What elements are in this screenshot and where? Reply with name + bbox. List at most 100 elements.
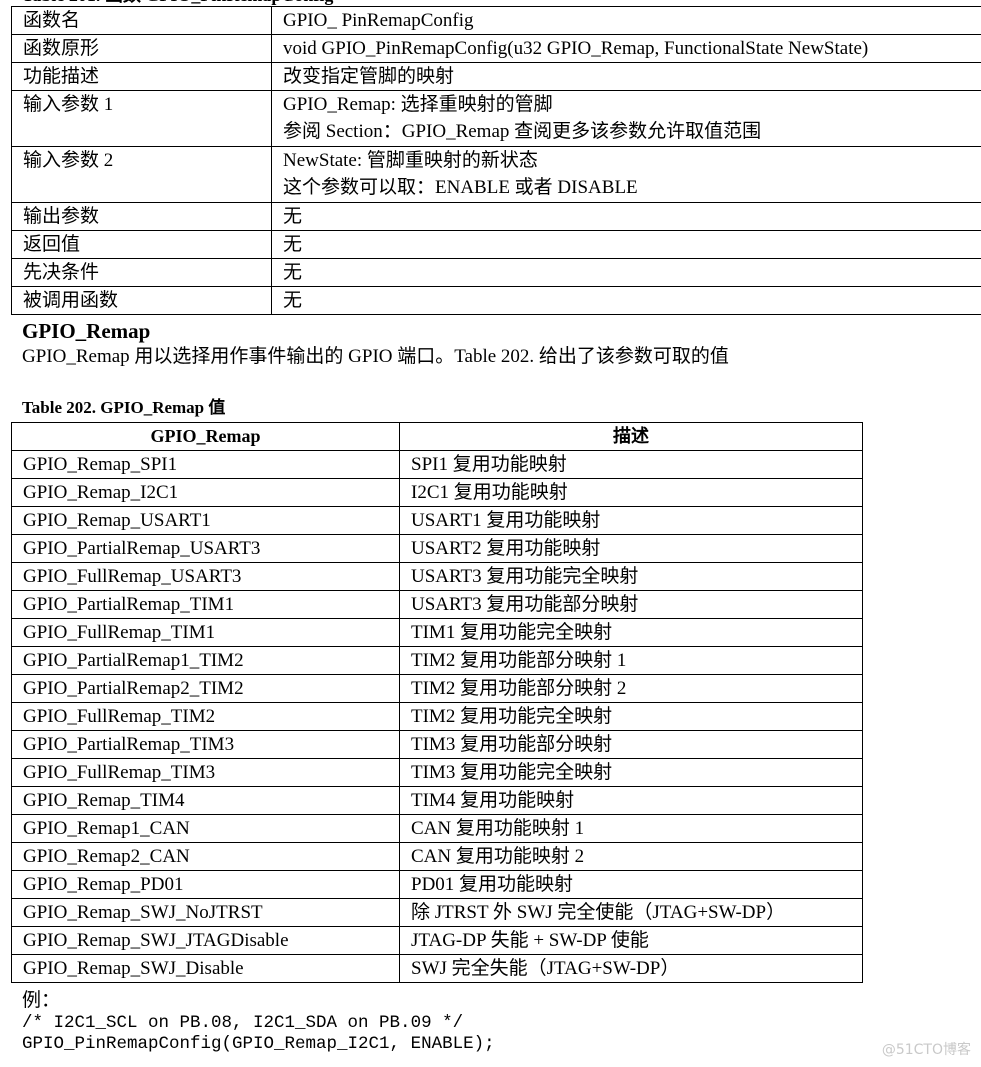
- spec-value: void GPIO_PinRemapConfig(u32 GPIO_Remap,…: [271, 34, 981, 63]
- spec-key: 输入参数 2: [11, 146, 272, 203]
- remap-description-cell: TIM3 复用功能部分映射: [399, 730, 863, 759]
- spec-row: 返回值无: [11, 230, 981, 259]
- spec-value-line: 这个参数可以取：ENABLE 或者 DISABLE: [283, 177, 638, 198]
- table-row: GPIO_Remap_PD01 PD01 复用功能映射: [11, 870, 863, 899]
- remap-constant-cell: GPIO_FullRemap_USART3: [11, 562, 400, 591]
- remap-description-cell: USART3 复用功能完全映射: [399, 562, 863, 591]
- table-row: GPIO_Remap_TIM4 TIM4 复用功能映射: [11, 786, 863, 815]
- remap-constant-cell: GPIO_PartialRemap1_TIM2: [11, 646, 400, 675]
- spec-value: NewState: 管脚重映射的新状态这个参数可以取：ENABLE 或者 DIS…: [271, 146, 981, 203]
- table-row: GPIO_FullRemap_TIM3 TIM3 复用功能完全映射: [11, 758, 863, 787]
- table-row: GPIO_PartialRemap_USART3 USART2 复用功能映射: [11, 534, 863, 563]
- table-row: GPIO_PartialRemap1_TIM2 TIM2 复用功能部分映射 1: [11, 646, 863, 675]
- section-description: GPIO_Remap 用以选择用作事件输出的 GPIO 端口。Table 202…: [22, 346, 729, 367]
- table-row: GPIO_Remap_SWJ_NoJTRST 除 JTRST 外 SWJ 完全使能…: [11, 898, 863, 927]
- remap-description-cell: 除 JTRST 外 SWJ 完全使能（JTAG+SW-DP）: [399, 898, 863, 927]
- remap-description-cell: TIM2 复用功能完全映射: [399, 702, 863, 731]
- example-label: 例：: [22, 990, 61, 1011]
- remap-constant-cell: GPIO_FullRemap_TIM2: [11, 702, 400, 731]
- code-line-call: GPIO_PinRemapConfig(GPIO_Remap_I2C1, ENA…: [22, 1034, 495, 1054]
- table-row: GPIO_Remap_USART1 USART1 复用功能映射: [11, 506, 863, 535]
- spec-key: 输出参数: [11, 202, 272, 231]
- remap-constant-cell: GPIO_Remap_SWJ_JTAGDisable: [11, 926, 400, 955]
- remap-description-cell: SPI1 复用功能映射: [399, 450, 863, 479]
- column-header-gpio-remap: GPIO_Remap: [11, 422, 400, 451]
- spec-row: 函数名 GPIO_ PinRemapConfig: [11, 6, 981, 35]
- spec-row: 先决条件无: [11, 258, 981, 287]
- spec-value-line: void GPIO_PinRemapConfig(u32 GPIO_Remap,…: [283, 38, 869, 59]
- table-row: GPIO_Remap_I2C1 I2C1 复用功能映射: [11, 478, 863, 507]
- remap-constant-cell: GPIO_FullRemap_TIM1: [11, 618, 400, 647]
- table-row: GPIO_Remap_SWJ_Disable SWJ 完全失能（JTAG+SW-D…: [11, 954, 863, 983]
- spec-value: 无: [271, 286, 981, 315]
- spec-row: 输入参数 1 GPIO_Remap: 选择重映射的管脚 参阅 Section：GPI…: [11, 90, 981, 147]
- remap-description-cell: TIM1 复用功能完全映射: [399, 618, 863, 647]
- spec-value-line: 参阅 Section：GPIO_Remap 查阅更多该参数允许取值范围: [283, 121, 762, 142]
- remap-description-cell: USART1 复用功能映射: [399, 506, 863, 535]
- spec-row: 输入参数 2 NewState: 管脚重映射的新状态 这个参数可以取：ENABLE …: [11, 146, 981, 203]
- table-header-row: GPIO_Remap 描述: [11, 422, 863, 451]
- spec-value-line: 无: [283, 234, 303, 255]
- remap-description-cell: TIM4 复用功能映射: [399, 786, 863, 815]
- table-row: GPIO_PartialRemap_TIM3 TIM3 复用功能部分映射: [11, 730, 863, 759]
- function-spec-table: 函数名 GPIO_ PinRemapConfig 函数原形 void GPIO_Pin…: [11, 6, 981, 315]
- remap-constant-cell: GPIO_FullRemap_TIM3: [11, 758, 400, 787]
- remap-constant-cell: GPIO_Remap_PD01: [11, 870, 400, 899]
- spec-value: 无: [271, 202, 981, 231]
- spec-value: 改变指定管脚的映射: [271, 62, 981, 91]
- spec-value-line: NewState: 管脚重映射的新状态: [283, 150, 538, 171]
- remap-description-cell: USART3 复用功能部分映射: [399, 590, 863, 619]
- table-row: GPIO_PartialRemap_TIM1 USART3 复用功能部分映射: [11, 590, 863, 619]
- code-line-comment: /* I2C1_SCL on PB.08, I2C1_SDA on PB.09 …: [22, 1013, 464, 1033]
- remap-constant-cell: GPIO_Remap_TIM4: [11, 786, 400, 815]
- spec-value-line: 无: [283, 262, 303, 283]
- spec-key: 被调用函数: [11, 286, 272, 315]
- spec-value: 无: [271, 230, 981, 259]
- remap-constant-cell: GPIO_Remap1_CAN: [11, 814, 400, 843]
- spec-value-line: GPIO_Remap: 选择重映射的管脚: [283, 94, 553, 115]
- spec-key: 功能描述: [11, 62, 272, 91]
- remap-description-cell: JTAG-DP 失能 + SW-DP 使能: [399, 926, 863, 955]
- remap-description-cell: PD01 复用功能映射: [399, 870, 863, 899]
- remap-constant-cell: GPIO_Remap2_CAN: [11, 842, 400, 871]
- spec-row: 函数原形 void GPIO_PinRemapConfig(u32 GPIO_Re…: [11, 34, 981, 63]
- spec-key: 函数原形: [11, 34, 272, 63]
- table-row: GPIO_FullRemap_TIM1 TIM1 复用功能完全映射: [11, 618, 863, 647]
- spec-value: GPIO_ PinRemapConfig: [271, 6, 981, 35]
- spec-value-line: GPIO_ PinRemapConfig: [283, 10, 474, 31]
- remap-constant-cell: GPIO_PartialRemap2_TIM2: [11, 674, 400, 703]
- table-row: GPIO_Remap_SPI1 SPI1 复用功能映射: [11, 450, 863, 479]
- remap-description-cell: TIM2 复用功能部分映射 1: [399, 646, 863, 675]
- watermark: @51CTO博客: [881, 1042, 971, 1058]
- remap-constant-cell: GPIO_Remap_SPI1: [11, 450, 400, 479]
- gpio-remap-values-table: GPIO_Remap 描述 GPIO_Remap_SPI1 SPI1 复用功能映射…: [11, 422, 863, 983]
- section-title: GPIO_Remap: [22, 319, 151, 343]
- table-row: GPIO_FullRemap_USART3 USART3 复用功能完全映射: [11, 562, 863, 591]
- table-row: GPIO_PartialRemap2_TIM2 TIM2 复用功能部分映射 2: [11, 674, 863, 703]
- spec-key: 函数名: [11, 6, 272, 35]
- remap-constant-cell: GPIO_Remap_SWJ_Disable: [11, 954, 400, 983]
- remap-description-cell: SWJ 完全失能（JTAG+SW-DP）: [399, 954, 863, 983]
- spec-value-line: 无: [283, 290, 303, 311]
- spec-value: GPIO_Remap: 选择重映射的管脚参阅 Section：GPIO_Rema…: [271, 90, 981, 147]
- table-row: GPIO_Remap1_CAN CAN 复用功能映射 1: [11, 814, 863, 843]
- column-header-description: 描述: [399, 422, 863, 451]
- spec-row: 被调用函数无: [11, 286, 981, 315]
- spec-value-line: 无: [283, 206, 303, 227]
- spec-key: 输入参数 1: [11, 90, 272, 147]
- remap-description-cell: TIM3 复用功能完全映射: [399, 758, 863, 787]
- remap-constant-cell: GPIO_Remap_USART1: [11, 506, 400, 535]
- remap-constant-cell: GPIO_PartialRemap_USART3: [11, 534, 400, 563]
- remap-constant-cell: GPIO_Remap_SWJ_NoJTRST: [11, 898, 400, 927]
- remap-constant-cell: GPIO_Remap_I2C1: [11, 478, 400, 507]
- spec-value-line: 改变指定管脚的映射: [283, 66, 455, 87]
- table-row: GPIO_Remap2_CAN CAN 复用功能映射 2: [11, 842, 863, 871]
- remap-description-cell: USART2 复用功能映射: [399, 534, 863, 563]
- remap-description-cell: CAN 复用功能映射 1: [399, 814, 863, 843]
- table-201-heading: Table 201. 函数 GPIO_PinRemapConfig: [22, 0, 333, 4]
- remap-description-cell: TIM2 复用功能部分映射 2: [399, 674, 863, 703]
- remap-description-cell: I2C1 复用功能映射: [399, 478, 863, 507]
- spec-row: 输出参数无: [11, 202, 981, 231]
- table-row: GPIO_FullRemap_TIM2 TIM2 复用功能完全映射: [11, 702, 863, 731]
- remap-constant-cell: GPIO_PartialRemap_TIM1: [11, 590, 400, 619]
